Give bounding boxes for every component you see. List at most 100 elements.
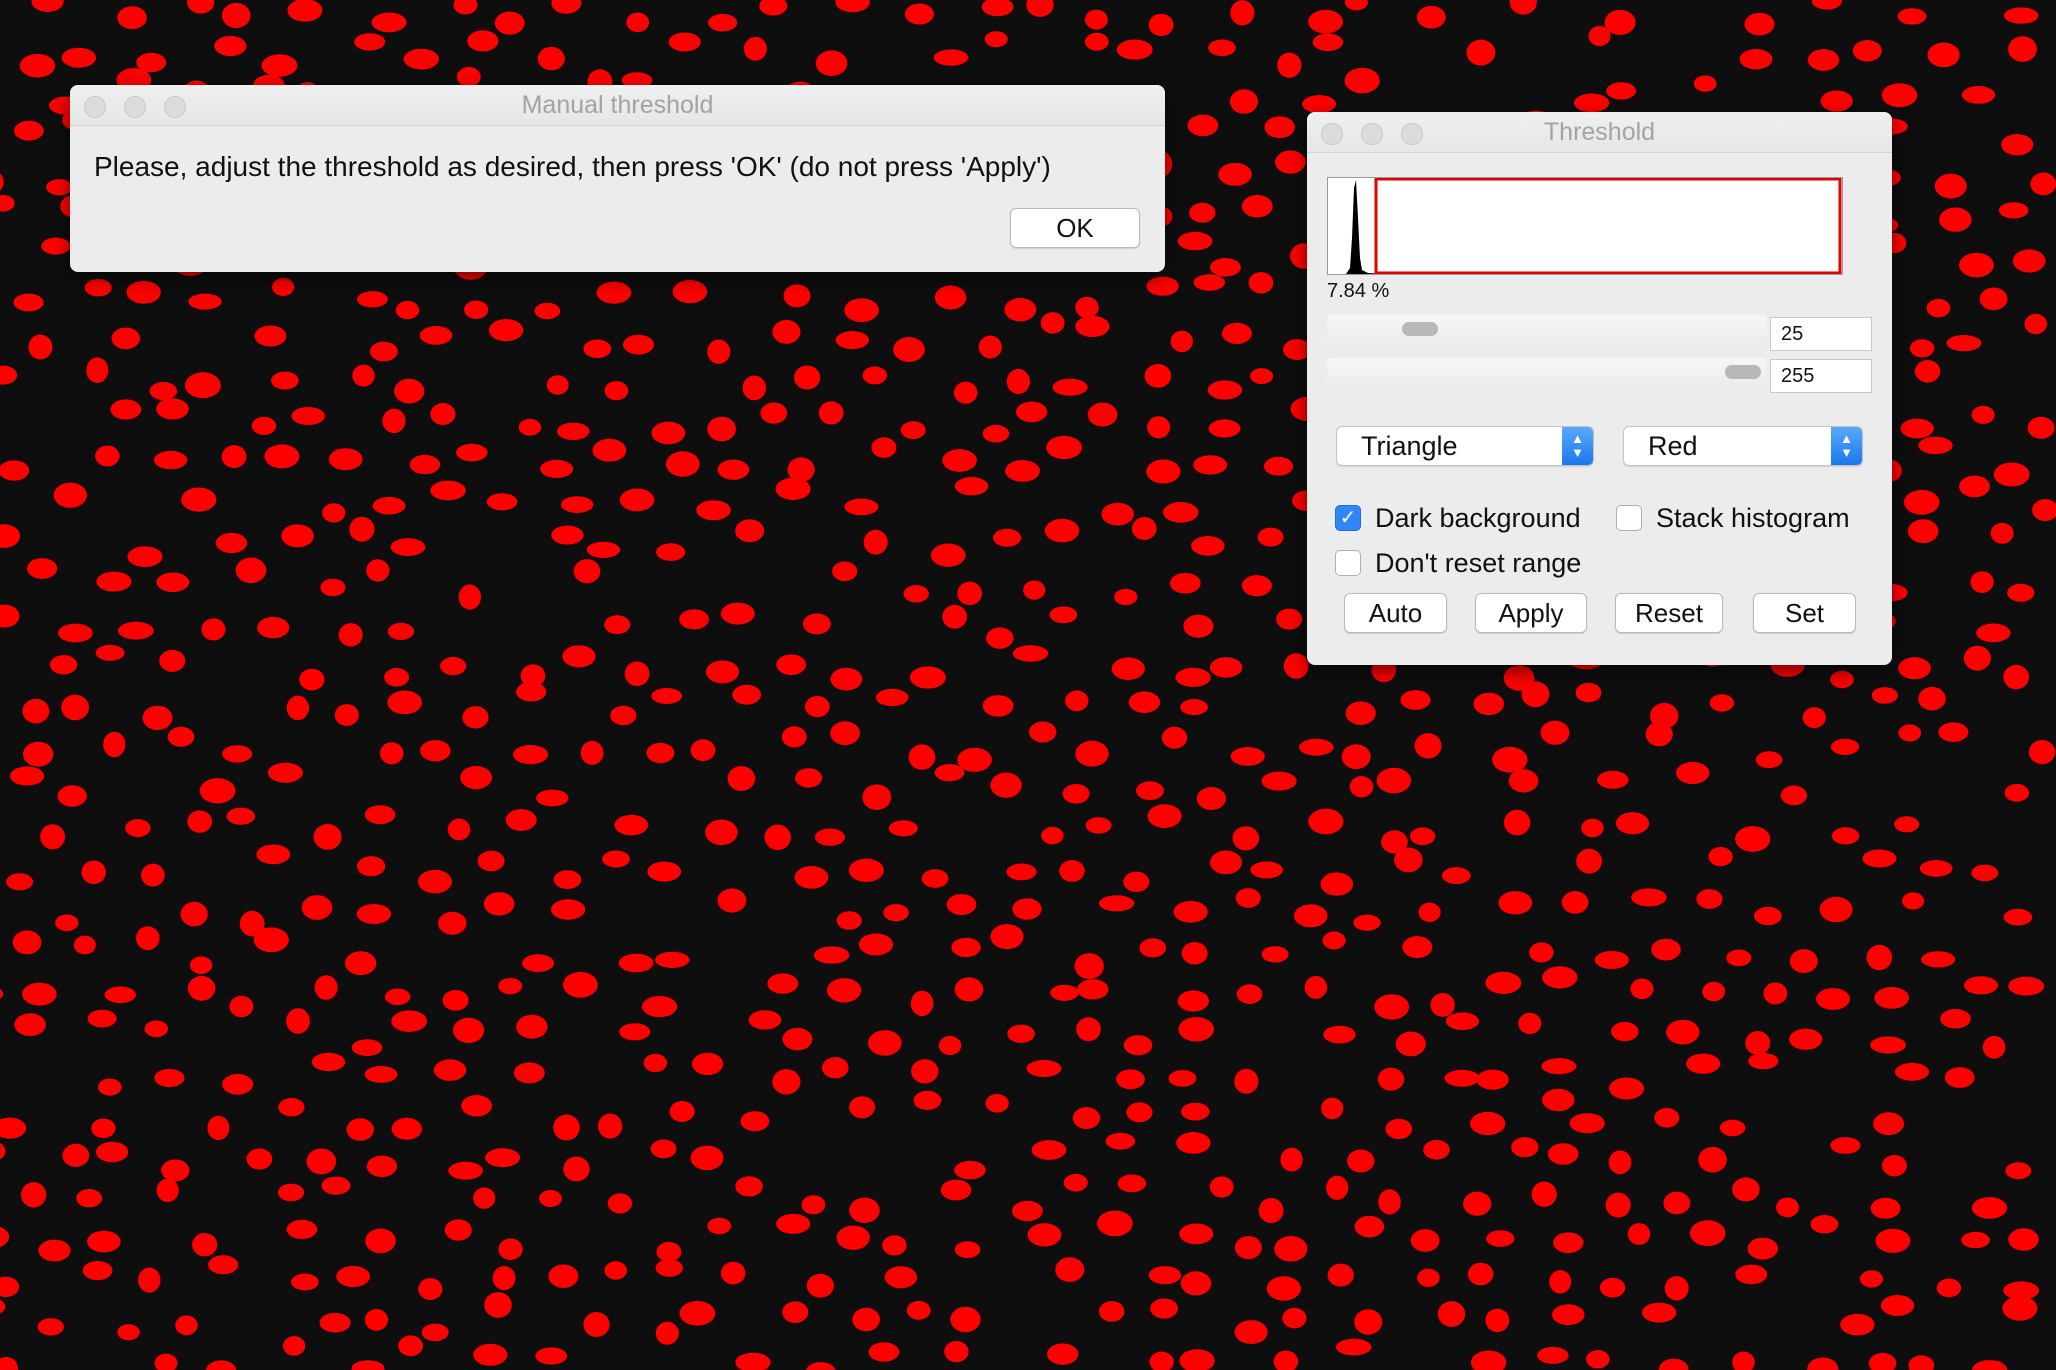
display-color-select[interactable]: Red ▲ ▼	[1623, 426, 1863, 466]
thresholded-particle	[1250, 861, 1283, 879]
thresholded-particle	[735, 1176, 763, 1197]
thresholded-particle	[536, 789, 569, 807]
thresholded-particle	[1540, 720, 1570, 745]
thresholded-particle	[1114, 588, 1138, 606]
thresholded-particle	[586, 541, 621, 559]
thresholded-particle	[1976, 623, 2011, 643]
thresholded-particle	[2008, 976, 2045, 996]
upper-slider-thumb[interactable]	[1725, 365, 1761, 379]
lower-threshold-field[interactable]: 25	[1770, 317, 1872, 351]
thresholded-particle	[884, 1266, 918, 1289]
upper-threshold-slider[interactable]	[1327, 358, 1767, 386]
lower-threshold-slider[interactable]	[1327, 315, 1767, 343]
thresholded-particle	[624, 661, 650, 687]
thresholded-particle	[1810, 1215, 1839, 1234]
thresholded-particle	[61, 47, 97, 68]
thresholded-particle	[1909, 339, 1935, 358]
thresholded-particle	[1693, 75, 1717, 92]
thresholded-particle	[272, 277, 295, 296]
threshold-method-select[interactable]: Triangle ▲ ▼	[1336, 426, 1594, 466]
thresholded-particle	[1353, 914, 1381, 931]
thresholded-particle	[82, 1261, 113, 1281]
thresholded-particle	[444, 1219, 472, 1241]
thresholded-particle	[546, 375, 569, 395]
apply-button[interactable]: Apply	[1475, 593, 1587, 633]
thresholded-particle	[110, 399, 142, 420]
thresholded-particle	[978, 335, 1002, 359]
thresholded-particle	[551, 899, 586, 920]
thresholded-particle	[1230, 89, 1258, 114]
thresholded-particle	[214, 35, 247, 57]
thresholded-particle	[1908, 1355, 1935, 1370]
thresholded-particle	[1181, 942, 1208, 965]
threshold-dialog-titlebar[interactable]: Threshold	[1307, 112, 1892, 153]
set-button[interactable]: Set	[1753, 593, 1856, 633]
thresholded-particle	[1327, 1263, 1354, 1287]
thresholded-particle	[1993, 462, 2030, 487]
thresholded-particle	[1123, 871, 1150, 892]
dont-reset-range-option[interactable]: Don't reset range	[1335, 548, 1581, 578]
manual-dialog-titlebar[interactable]: Manual threshold	[70, 85, 1165, 126]
reset-button[interactable]: Reset	[1615, 593, 1723, 633]
thresholded-particle	[1170, 330, 1193, 353]
thresholded-particle	[2003, 7, 2039, 24]
thresholded-particle	[655, 1321, 679, 1345]
thresholded-particle	[849, 1096, 876, 1119]
thresholded-particle	[1049, 606, 1078, 624]
thresholded-particle	[391, 1010, 428, 1032]
thresholded-particle	[291, 407, 326, 425]
thresholded-particle	[12, 930, 42, 955]
thresholded-particle	[573, 559, 601, 584]
thresholded-particle	[201, 618, 226, 641]
upper-threshold-field[interactable]: 255	[1770, 359, 1872, 393]
dont-reset-range-checkbox[interactable]	[1335, 550, 1361, 576]
thresholded-particle	[291, 1273, 319, 1291]
thresholded-particle	[1277, 52, 1302, 78]
thresholded-particle	[1183, 614, 1214, 638]
thresholded-particle	[783, 284, 811, 308]
thresholded-particle	[1780, 785, 1807, 806]
ok-button[interactable]: OK	[1010, 208, 1140, 248]
thresholded-particle	[1708, 847, 1733, 867]
thresholded-particle	[1075, 740, 1109, 767]
dont-reset-range-label: Don't reset range	[1375, 547, 1582, 578]
auto-button[interactable]: Auto	[1344, 593, 1447, 633]
thresholded-particle	[149, 382, 178, 400]
thresholded-particle	[815, 50, 848, 76]
thresholded-particle	[1755, 751, 1783, 769]
thresholded-particle	[61, 694, 89, 721]
thresholded-particle	[875, 688, 909, 707]
thresholded-particle	[1263, 456, 1294, 476]
thresholded-particle	[982, 695, 1014, 717]
stack-histogram-checkbox[interactable]	[1616, 505, 1642, 531]
lower-slider-thumb[interactable]	[1401, 322, 1438, 336]
thresholded-particle	[604, 1261, 627, 1280]
thresholded-particle	[366, 1155, 397, 1178]
dark-background-checkbox[interactable]: ✓	[1335, 505, 1361, 531]
thresholded-particle	[485, 1148, 521, 1168]
thresholded-particle	[26, 558, 58, 579]
thresholded-particle	[1926, 298, 1951, 318]
thresholded-particle	[1345, 701, 1376, 725]
thresholded-particle	[1732, 1177, 1760, 1202]
thresholded-particle	[1128, 691, 1161, 713]
thresholded-particle	[1378, 1189, 1401, 1215]
thresholded-particle	[40, 824, 65, 850]
thresholded-particle	[1402, 936, 1433, 959]
thresholded-particle	[1394, 847, 1423, 873]
thresholded-particle	[421, 1323, 449, 1342]
thresholded-particle	[1414, 733, 1442, 759]
dark-background-option[interactable]: ✓ Dark background	[1335, 503, 1581, 533]
thresholded-particle	[1148, 13, 1174, 37]
thresholded-particle	[743, 36, 767, 61]
thresholded-particle	[419, 326, 453, 345]
thresholded-particle	[14, 120, 44, 141]
thresholded-particle	[551, 0, 582, 14]
thresholded-particle	[1553, 1232, 1584, 1253]
thresholded-particle	[322, 503, 346, 523]
thresholded-particle	[1280, 1147, 1303, 1172]
thresholded-particle	[1207, 380, 1243, 400]
thresholded-particle	[1410, 1229, 1440, 1252]
thresholded-particle	[382, 408, 406, 434]
stack-histogram-option[interactable]: Stack histogram	[1616, 503, 1850, 533]
